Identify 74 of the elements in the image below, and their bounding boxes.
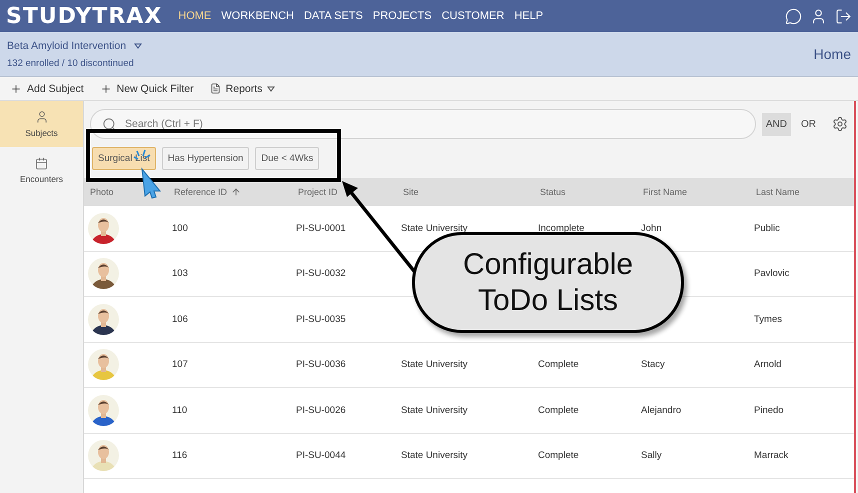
nav-link[interactable]: DATA SETS — [304, 10, 363, 22]
plus-icon — [100, 82, 112, 94]
filter-chip[interactable]: Due < 4Wks — [255, 147, 320, 170]
toolbar-button[interactable]: Reports — [210, 82, 276, 94]
column-header[interactable]: Status — [540, 187, 566, 197]
sort-arrow-icon[interactable] — [231, 187, 242, 197]
column-header[interactable]: Site — [403, 187, 419, 197]
table-cell-text: State University — [401, 359, 469, 370]
filter-chip[interactable]: Has Hypertension — [162, 147, 250, 170]
column-header[interactable]: First Name — [643, 187, 688, 197]
logic-toggle[interactable]: OR — [797, 112, 820, 136]
table-cell-text: 110 — [172, 404, 188, 416]
chat-icon[interactable] — [785, 8, 802, 24]
table-cell-text: PI-SU-0026 — [296, 404, 347, 416]
table-cell-text: Alejandro — [641, 404, 682, 416]
table-cell-text: PI-SU-0001 — [296, 222, 347, 234]
table-cell-text: Pinedo — [754, 404, 785, 416]
table-cell-text: 103 — [172, 268, 189, 280]
dropdown-icon — [267, 86, 276, 92]
table-cell-text: PI-SU-0035 — [296, 314, 347, 325]
column-header[interactable]: Photo — [90, 187, 114, 197]
column-header[interactable]: Project ID — [298, 187, 338, 197]
table-cell-text: PI-SU-0044 — [296, 450, 347, 462]
callout-text: ToDo Lists — [478, 282, 618, 318]
toolbar-button[interactable]: New Quick Filter — [100, 82, 194, 94]
logo: STUDYTRAX — [6, 4, 162, 28]
toolbar-button[interactable]: Add Subject — [10, 82, 84, 94]
search-icon — [102, 117, 117, 132]
table-cell-text: 100 — [172, 222, 189, 234]
table-cell-text: Pavlovic — [754, 268, 790, 280]
table-cell-text: PI-SU-0036 — [296, 359, 347, 370]
table-cell-text: John — [641, 222, 663, 234]
callout-text: Configurable — [462, 246, 634, 282]
table-cell-text: Complete — [538, 359, 580, 370]
calendar-icon — [35, 156, 48, 170]
nav-link[interactable]: HELP — [514, 10, 544, 22]
nav-link[interactable]: CUSTOMER — [442, 10, 504, 22]
table-cell-text: Tymes — [754, 314, 783, 325]
table-cell-text: Complete — [538, 450, 580, 462]
dropdown-icon[interactable] — [134, 42, 142, 48]
column-header[interactable]: Last Name — [756, 187, 800, 197]
table-cell-text: State University — [401, 222, 469, 234]
page-title: Home — [814, 46, 851, 62]
nav-link[interactable]: PROJECTS — [372, 10, 432, 22]
sidebar-item[interactable]: Subjects — [0, 101, 83, 147]
study-name[interactable]: Beta Amyloid Intervention — [7, 40, 126, 52]
person-icon — [34, 110, 48, 124]
logout-icon[interactable] — [835, 8, 852, 24]
sidebar-item[interactable]: Encounters — [0, 147, 83, 193]
enrollment-count: 132 enrolled / 10 discontinued — [7, 58, 135, 68]
table-cell-text: Incomplete — [538, 222, 586, 234]
table-cell-text: Marrack — [754, 450, 790, 462]
table-cell-text: Stacy — [641, 359, 666, 370]
table-cell-text: State University — [401, 404, 469, 416]
table-cell-text: 116 — [172, 450, 188, 462]
sidebar-label: Subjects — [25, 128, 58, 138]
user-icon[interactable] — [810, 8, 827, 24]
column-header[interactable]: Reference ID — [174, 187, 228, 197]
table-cell-text: Public — [754, 222, 781, 234]
table-cell-text: 106 — [172, 314, 189, 325]
nav-link[interactable]: HOME — [178, 10, 212, 22]
document-icon — [210, 83, 221, 94]
table-cell-text: Arnold — [754, 359, 782, 370]
nav-link[interactable]: WORKBENCH — [221, 10, 294, 22]
table-cell-text: 107 — [172, 359, 189, 370]
table-cell-text: Complete — [538, 404, 580, 416]
sidebar-label: Encounters — [20, 174, 63, 184]
table-cell-text: Sally — [641, 450, 663, 462]
search-field[interactable]: Search (Ctrl + F) — [90, 109, 756, 139]
plus-icon — [10, 82, 22, 94]
table-cell-text: PI-SU-0032 — [296, 268, 347, 280]
logic-toggle[interactable]: AND — [762, 112, 791, 136]
settings-icon[interactable] — [832, 116, 848, 132]
table-cell-text: State University — [401, 450, 469, 462]
